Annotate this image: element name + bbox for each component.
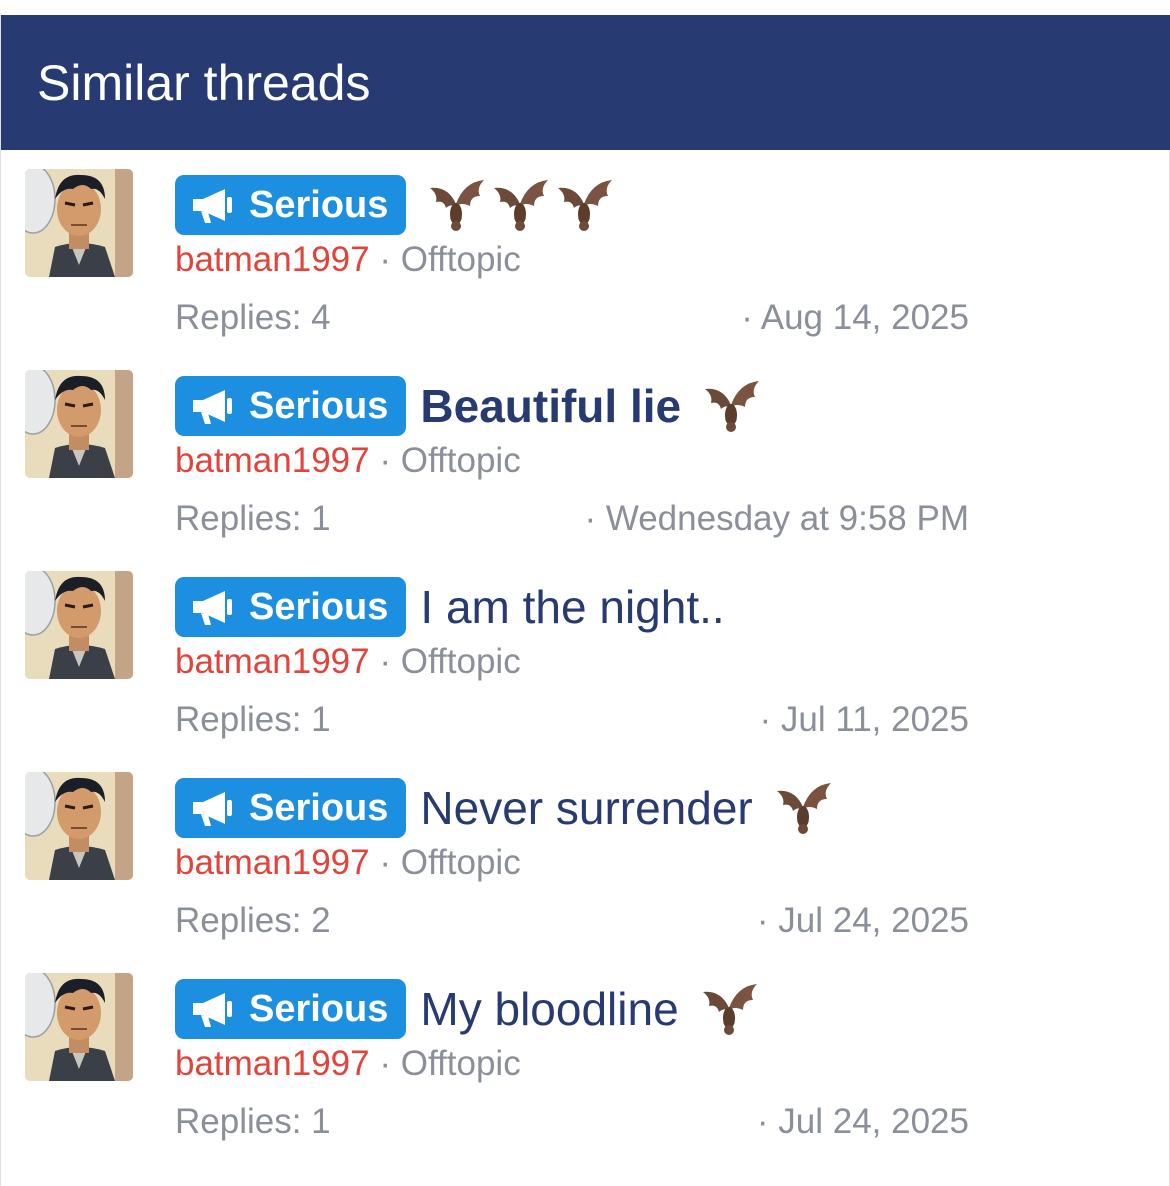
- forum-link[interactable]: Offtopic: [401, 240, 521, 279]
- meta-separator: ·: [379, 441, 391, 480]
- prefix-badge[interactable]: Serious: [175, 778, 407, 838]
- thread-date[interactable]: · Wednesday at 9:58 PM: [584, 497, 969, 541]
- thread-title-line: Serious: [175, 175, 618, 235]
- thread-date[interactable]: · Aug 14, 2025: [741, 296, 969, 340]
- reply-count: Replies: 1: [175, 499, 331, 538]
- bat-emoji-icon: [426, 176, 486, 234]
- thread-title[interactable]: Beautiful lie: [420, 376, 681, 436]
- thread-item[interactable]: Serious batman1997 · Offtopic Replies: 4 ·…: [1, 150, 1170, 351]
- emoji-group: [699, 980, 763, 1038]
- thread-title-line: Serious Beautiful lie: [175, 376, 765, 436]
- thread-item[interactable]: Serious Beautiful lie batman1997 · Offtop…: [1, 351, 1170, 552]
- megaphone-icon: [189, 989, 235, 1029]
- thread-date[interactable]: · Jul 24, 2025: [757, 899, 969, 943]
- prefix-label: Serious: [249, 585, 389, 628]
- thread-meta: batman1997 · Offtopic: [175, 439, 521, 483]
- author-link[interactable]: batman1997: [175, 240, 370, 279]
- thread-item[interactable]: Serious I am the night.. batman1997 · Offt…: [1, 552, 1170, 753]
- prefix-label: Serious: [249, 786, 389, 829]
- megaphone-icon: [189, 185, 235, 225]
- meta-separator: ·: [379, 1044, 391, 1083]
- thread-date[interactable]: · Jul 24, 2025: [757, 1100, 969, 1144]
- meta-separator: ·: [379, 843, 391, 882]
- forum-link[interactable]: Offtopic: [401, 642, 521, 681]
- thread-title[interactable]: Never surrender: [420, 778, 752, 838]
- bat-emoji-icon: [554, 176, 614, 234]
- thread-meta: batman1997 · Offtopic: [175, 841, 521, 885]
- thread-title[interactable]: My bloodline: [420, 979, 678, 1039]
- meta-separator: ·: [379, 240, 391, 279]
- thread-meta: batman1997 · Offtopic: [175, 640, 521, 684]
- thread-meta: batman1997 · Offtopic: [175, 238, 521, 282]
- bat-emoji-icon: [699, 980, 759, 1038]
- avatar[interactable]: [25, 370, 133, 478]
- thread-title-line: Serious My bloodline: [175, 979, 763, 1039]
- reply-count: Replies: 2: [175, 901, 331, 940]
- forum-link[interactable]: Offtopic: [401, 843, 521, 882]
- thread-title-line: Serious I am the night..: [175, 577, 725, 637]
- bat-emoji-icon: [701, 377, 761, 435]
- panel-title: Similar threads: [37, 55, 371, 111]
- thread-title[interactable]: I am the night..: [420, 577, 724, 637]
- prefix-badge[interactable]: Serious: [175, 376, 407, 436]
- prefix-badge[interactable]: Serious: [175, 175, 407, 235]
- avatar[interactable]: [25, 571, 133, 679]
- avatar[interactable]: [25, 169, 133, 277]
- megaphone-icon: [189, 788, 235, 828]
- meta-separator: ·: [379, 642, 391, 681]
- forum-link[interactable]: Offtopic: [401, 441, 521, 480]
- prefix-label: Serious: [249, 183, 389, 226]
- reply-count: Replies: 4: [175, 298, 331, 337]
- bat-emoji-icon: [490, 176, 550, 234]
- reply-count: Replies: 1: [175, 700, 331, 739]
- author-link[interactable]: batman1997: [175, 642, 370, 681]
- thread-meta: batman1997 · Offtopic: [175, 1042, 521, 1086]
- forum-link[interactable]: Offtopic: [401, 1044, 521, 1083]
- avatar[interactable]: [25, 973, 133, 1081]
- author-link[interactable]: batman1997: [175, 441, 370, 480]
- thread-item[interactable]: Serious Never surrender batman1997 · Offt…: [1, 753, 1170, 954]
- avatar[interactable]: [25, 772, 133, 880]
- bat-emoji-icon: [773, 779, 833, 837]
- author-link[interactable]: batman1997: [175, 1044, 370, 1083]
- emoji-group: [426, 176, 618, 234]
- emoji-group: [773, 779, 837, 837]
- reply-count: Replies: 1: [175, 1102, 331, 1141]
- similar-threads-panel: Similar threads Serious batman1997 · Off…: [0, 15, 1170, 1186]
- prefix-label: Serious: [249, 384, 389, 427]
- megaphone-icon: [189, 587, 235, 627]
- author-link[interactable]: batman1997: [175, 843, 370, 882]
- prefix-badge[interactable]: Serious: [175, 979, 407, 1039]
- emoji-group: [701, 377, 765, 435]
- prefix-badge[interactable]: Serious: [175, 577, 407, 637]
- panel-header: Similar threads: [1, 15, 1170, 150]
- thread-title-line: Serious Never surrender: [175, 778, 837, 838]
- megaphone-icon: [189, 386, 235, 426]
- prefix-label: Serious: [249, 987, 389, 1030]
- thread-date[interactable]: · Jul 11, 2025: [760, 698, 970, 742]
- thread-item[interactable]: Serious My bloodline batman1997 · Offtopi…: [1, 954, 1170, 1155]
